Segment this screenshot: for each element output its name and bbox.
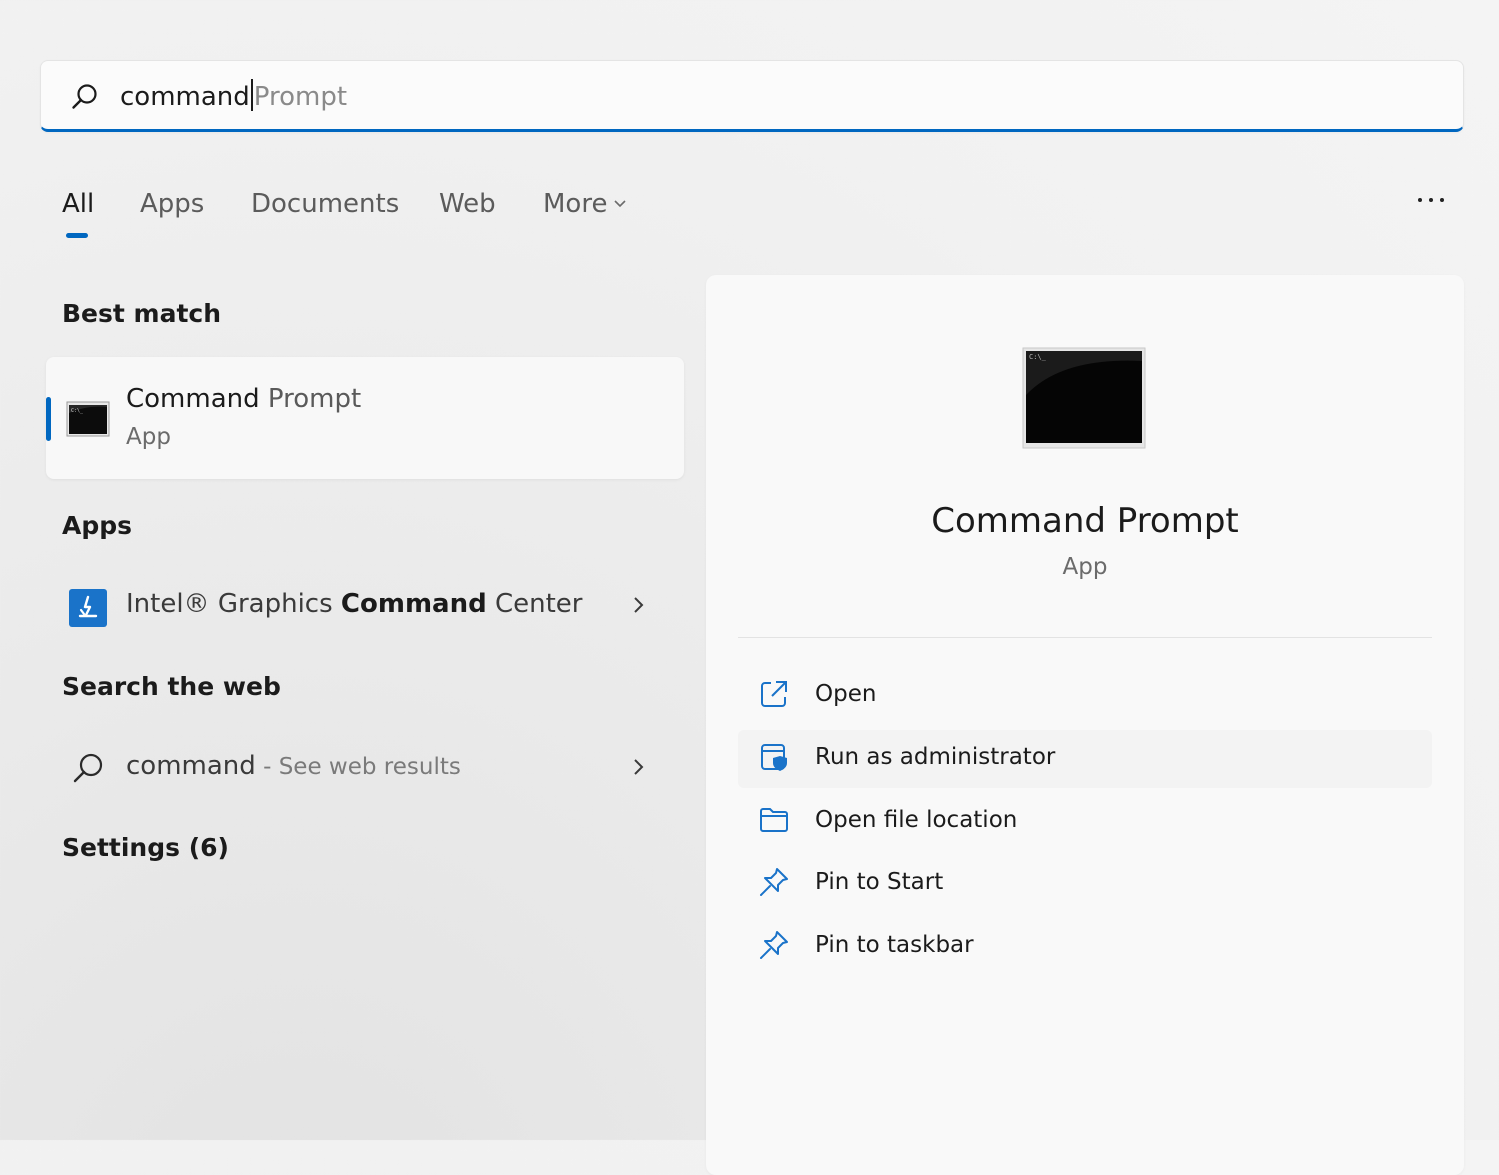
more-options-button[interactable] (1412, 186, 1450, 216)
open-external-icon (761, 681, 787, 707)
text-caret (250, 79, 253, 111)
search-input[interactable]: command Prompt (120, 79, 347, 115)
web-search-query: command (126, 751, 256, 781)
action-run-as-administrator[interactable]: Run as administrator (738, 730, 1432, 788)
section-apps: Apps (62, 511, 133, 540)
app-result-match: Command (340, 589, 487, 619)
detail-panel: C:\_ Command Prompt App Open Run as admi… (706, 275, 1464, 1175)
section-best-match: Best match (62, 299, 222, 328)
action-open-label: Open (815, 681, 877, 707)
web-search-label: command - See web results (126, 748, 461, 785)
best-match-title-match: Command (126, 384, 260, 414)
web-search-result[interactable]: command - See web results (46, 734, 684, 800)
search-autocomplete-suggestion: Prompt (253, 82, 348, 112)
ellipsis-icon (1418, 198, 1422, 202)
section-settings[interactable]: Settings (6) (62, 831, 229, 865)
tab-more-label: More (543, 189, 608, 219)
divider (738, 637, 1432, 638)
action-pin-to-taskbar-label: Pin to taskbar (815, 932, 974, 958)
action-pin-to-taskbar[interactable]: Pin to taskbar (738, 918, 1432, 976)
best-match-subtitle: App (126, 424, 171, 450)
search-icon (73, 753, 103, 783)
command-prompt-large-icon: C:\_ (1022, 347, 1146, 449)
chevron-down-icon (614, 200, 627, 208)
best-match-result[interactable]: C:\_ Command Prompt App (46, 357, 684, 479)
search-icon (72, 84, 97, 109)
best-match-title: Command Prompt (126, 381, 361, 417)
web-search-suffix: - See web results (255, 754, 461, 780)
tab-apps[interactable]: Apps (140, 186, 204, 222)
tab-all[interactable]: All (62, 186, 94, 222)
active-tab-indicator (66, 233, 88, 238)
tab-documents[interactable]: Documents (251, 186, 399, 222)
best-match-title-rest: Prompt (259, 384, 362, 414)
ellipsis-dot (1429, 198, 1433, 202)
search-box[interactable]: command Prompt (40, 60, 1464, 132)
selection-accent (46, 397, 51, 441)
action-open[interactable]: Open (738, 667, 1432, 725)
pin-icon (760, 868, 788, 896)
detail-subtitle: App (1062, 554, 1108, 580)
folder-icon (760, 808, 788, 832)
app-result-label: Intel® Graphics Command Center (126, 586, 582, 622)
tab-web[interactable]: Web (439, 186, 496, 222)
app-result-suffix: Center (486, 589, 583, 619)
chevron-right-icon (634, 759, 644, 775)
ellipsis-dot (1440, 198, 1444, 202)
shield-admin-icon (761, 744, 787, 771)
section-search-web: Search the web (62, 672, 281, 701)
action-open-file-location[interactable]: Open file location (738, 793, 1432, 851)
intel-graphics-icon (69, 589, 107, 627)
tab-more[interactable]: More (543, 186, 627, 222)
action-pin-to-start[interactable]: Pin to Start (738, 855, 1432, 913)
action-pin-to-start-label: Pin to Start (815, 869, 944, 895)
svg-text:C:\_: C:\_ (1029, 353, 1047, 361)
search-typed-text: command (120, 82, 250, 112)
pin-icon (760, 931, 788, 959)
app-result-intel-graphics[interactable]: Intel® Graphics Command Center (46, 572, 684, 638)
detail-title: Command Prompt (931, 501, 1239, 541)
svg-text:C:\_: C:\_ (71, 408, 84, 414)
action-open-file-location-label: Open file location (815, 807, 1018, 833)
action-run-as-administrator-label: Run as administrator (815, 744, 1056, 770)
command-prompt-icon: C:\_ (66, 401, 110, 437)
chevron-right-icon (634, 597, 644, 613)
app-result-prefix: Intel® Graphics (126, 589, 341, 619)
